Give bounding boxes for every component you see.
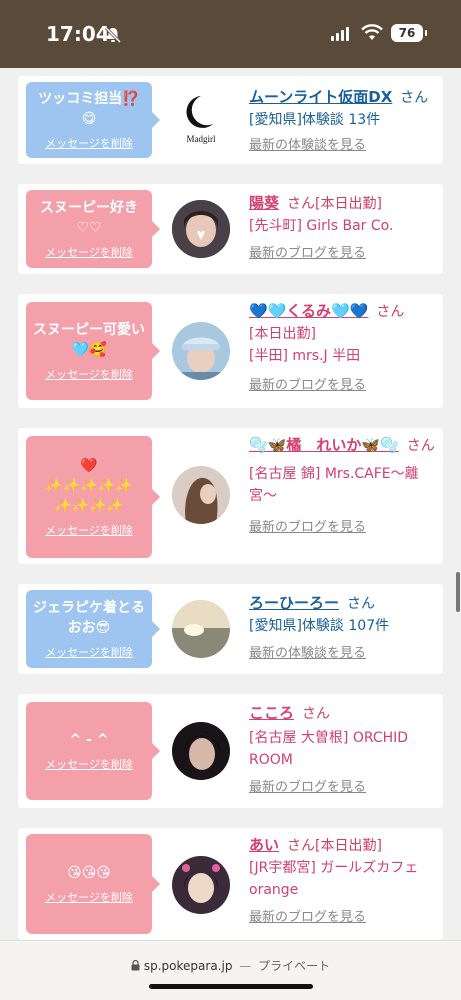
- user-info: 💙🩵くるみ🩵💙 さん [本日出勤] [半田] mrs.J 半田 最新のブログを見る: [249, 300, 439, 397]
- work-status-tag: [本日出勤]: [315, 838, 382, 854]
- message-bubble: ❤️ ✨✨✨✨✨ ✨✨✨✨ メッセージを削除: [26, 436, 160, 558]
- user-info: こころ さん [名古屋 大曽根] ORCHID ROOM 最新のブログを見る: [249, 702, 439, 799]
- url-display[interactable]: sp.pokepara.jp — プライベート: [0, 957, 461, 974]
- latest-link[interactable]: 最新のブログを見る: [249, 907, 439, 929]
- delete-message-link[interactable]: メッセージを削除: [45, 135, 133, 151]
- browser-address-bar[interactable]: sp.pokepara.jp — プライベート: [0, 940, 461, 1000]
- shop-detail: [名古屋 錦] Mrs.CAFE〜離宮〜: [249, 466, 419, 504]
- user-info: 陽葵 さん[本日出勤] [先斗町] Girls Bar Co. 最新のブログを見る: [249, 192, 439, 265]
- shop-detail: [名古屋 大曽根] ORCHID ROOM: [249, 730, 409, 768]
- honorific: さん: [287, 838, 316, 854]
- battery-indicator: 76: [391, 24, 427, 42]
- latest-link[interactable]: 最新のブログを見る: [249, 375, 439, 397]
- shop-detail: [JR宇都宮] ガールズカフェorange: [249, 860, 419, 898]
- user-name-link[interactable]: こころ: [249, 704, 294, 722]
- user-name-link[interactable]: 陽葵: [249, 194, 279, 212]
- avatar[interactable]: [172, 322, 230, 380]
- list-item: 😘😘😘 メッセージを削除 あい さん[本日出勤] [JR宇都宮] ガールズカフェo…: [18, 828, 443, 940]
- shop-detail: [先斗町] Girls Bar Co.: [249, 218, 394, 234]
- user-info: ろーひーろー さん [愛知県]体験談 107件 最新の体験談を見る: [249, 592, 439, 665]
- message-emoji: ❤️: [80, 458, 98, 474]
- svg-text:Madgirl: Madgirl: [187, 134, 216, 144]
- list-item: スヌーピー可愛い 🩵🥰 メッセージを削除 💙🩵くるみ🩵💙 さん [本日出勤] [半…: [18, 294, 443, 408]
- honorific: さん: [347, 596, 376, 612]
- avatar[interactable]: [172, 200, 230, 258]
- delete-message-link[interactable]: メッセージを削除: [45, 644, 133, 660]
- private-mode-label: プライベート: [258, 959, 331, 973]
- honorific: さん: [406, 438, 435, 454]
- favorites-list: ツッコミ担当⁉️ 😋 メッセージを削除 Madgirl ムーンライト仮面DX さん…: [0, 68, 461, 940]
- message-emoji: ✨✨✨✨✨: [45, 478, 133, 494]
- latest-link[interactable]: 最新のブログを見る: [249, 777, 439, 799]
- latest-link[interactable]: 最新の体験談を見る: [249, 643, 439, 665]
- message-emoji: ✨✨✨✨: [54, 498, 124, 514]
- delete-message-link[interactable]: メッセージを削除: [45, 244, 133, 260]
- list-item: ジェラピケ着とる おお😎 メッセージを削除 ろーひーろー さん [愛知県]体験談 …: [18, 584, 443, 674]
- message-bubble: スヌーピー好き ♡♡ メッセージを削除: [26, 190, 160, 268]
- message-text: おお😎: [67, 620, 111, 636]
- list-item: ❤️ ✨✨✨✨✨ ✨✨✨✨ メッセージを削除 🫧🦋橘 れいか🦋🫧 さん [名古屋 …: [18, 428, 443, 564]
- user-name-link[interactable]: 🫧🦋橘 れいか🦋🫧: [249, 436, 399, 454]
- message-emoji: ♡♡: [76, 220, 102, 236]
- delete-message-link[interactable]: メッセージを削除: [45, 889, 133, 905]
- message-bubble: 😘😘😘 メッセージを削除: [26, 834, 160, 934]
- delete-message-link[interactable]: メッセージを削除: [45, 366, 133, 382]
- user-info: ムーンライト仮面DX さん [愛知県]体験談 13件 最新の体験談を見る: [249, 86, 439, 157]
- work-status-tag: [本日出勤]: [249, 326, 316, 342]
- message-emoji: 😋: [81, 111, 97, 127]
- delete-message-link[interactable]: メッセージを削除: [45, 522, 133, 538]
- honorific: さん: [376, 304, 405, 320]
- message-bubble: スヌーピー可愛い 🩵🥰 メッセージを削除: [26, 302, 160, 400]
- message-bubble: ツッコミ担当⁉️ 😋 メッセージを削除: [26, 82, 160, 158]
- user-name-link[interactable]: 💙🩵くるみ🩵💙: [249, 302, 368, 320]
- message-text: ツッコミ担当⁉️: [38, 91, 140, 107]
- clock: 17:04: [46, 22, 110, 46]
- avatar[interactable]: [172, 856, 230, 914]
- user-detail: [愛知県]体験談 107件: [249, 618, 390, 634]
- url-text: sp.pokepara.jp: [143, 959, 233, 973]
- avatar[interactable]: [172, 466, 230, 524]
- user-detail: [愛知県]体験談 13件: [249, 112, 381, 128]
- message-bubble: ^ - ^ メッセージを削除: [26, 702, 160, 800]
- honorific: さん: [400, 90, 429, 106]
- list-item: ツッコミ担当⁉️ 😋 メッセージを削除 Madgirl ムーンライト仮面DX さん…: [18, 76, 443, 164]
- work-status-tag: [本日出勤]: [315, 196, 382, 212]
- message-text: スヌーピー可愛い: [33, 322, 145, 338]
- latest-link[interactable]: 最新のブログを見る: [249, 243, 439, 265]
- avatar[interactable]: [172, 722, 230, 780]
- url-separator: —: [239, 959, 252, 973]
- message-text: ^ - ^: [69, 732, 109, 748]
- list-item: ^ - ^ メッセージを削除 こころ さん [名古屋 大曽根] ORCHID RO…: [18, 694, 443, 808]
- silent-bell-icon: [104, 26, 122, 44]
- message-emoji: 🩵🥰: [71, 342, 107, 358]
- honorific: さん: [287, 196, 316, 212]
- lock-icon: [131, 959, 140, 971]
- message-text: スヌーピー好き: [40, 200, 138, 216]
- avatar[interactable]: [172, 600, 230, 658]
- status-bar: 17:04 76: [0, 0, 461, 68]
- latest-link[interactable]: 最新のブログを見る: [249, 517, 439, 539]
- message-emoji: 😘😘😘: [67, 865, 111, 881]
- scrollbar[interactable]: [456, 572, 460, 612]
- user-info: 🫧🦋橘 れいか🦋🫧 さん [名古屋 錦] Mrs.CAFE〜離宮〜 最新のブログを…: [249, 434, 439, 539]
- cellular-signal-icon: [331, 27, 349, 41]
- list-item: スヌーピー好き ♡♡ メッセージを削除 陽葵 さん[本日出勤] [先斗町] Gir…: [18, 184, 443, 274]
- user-name-link[interactable]: あい: [249, 836, 279, 854]
- delete-message-link[interactable]: メッセージを削除: [45, 756, 133, 772]
- latest-link[interactable]: 最新の体験談を見る: [249, 135, 439, 157]
- honorific: さん: [302, 706, 331, 722]
- home-indicator[interactable]: [149, 984, 313, 989]
- shop-detail: [半田] mrs.J 半田: [249, 348, 361, 364]
- user-info: あい さん[本日出勤] [JR宇都宮] ガールズカフェorange 最新のブログを…: [249, 834, 439, 929]
- message-bubble: ジェラピケ着とる おお😎 メッセージを削除: [26, 590, 160, 668]
- user-name-link[interactable]: ムーンライト仮面DX: [249, 88, 392, 106]
- message-text: ジェラピケ着とる: [33, 600, 145, 616]
- avatar[interactable]: Madgirl: [172, 90, 230, 148]
- user-name-link[interactable]: ろーひーろー: [249, 594, 339, 612]
- wifi-icon: [361, 24, 383, 40]
